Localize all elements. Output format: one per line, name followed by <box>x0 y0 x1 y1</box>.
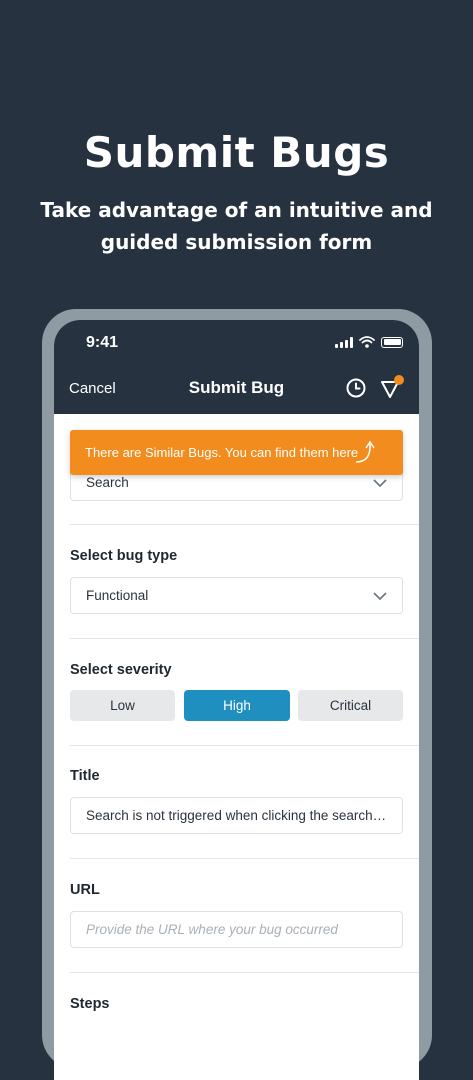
url-label: URL <box>70 882 100 898</box>
divider <box>70 858 419 859</box>
bug-type-value: Functional <box>86 588 149 603</box>
history-icon[interactable] <box>345 377 367 399</box>
hero-subtitle-line2: guided submission form <box>100 230 373 254</box>
hero-subtitle: Take advantage of an intuitive and guide… <box>40 194 433 258</box>
signal-icon <box>335 336 353 348</box>
chevron-down-icon <box>373 479 387 488</box>
severity-low-button[interactable]: Low <box>70 690 175 721</box>
title-input[interactable]: Search is not triggered when clicking th… <box>70 797 403 834</box>
divider <box>70 524 419 525</box>
severity-high-button[interactable]: High <box>184 690 290 721</box>
hero-subtitle-line1: Take advantage of an intuitive and <box>40 198 433 222</box>
divider <box>70 745 419 746</box>
status-time: 9:41 <box>86 334 119 351</box>
phone-screen: 9:41 Cancel Submit Bug There are Similar… <box>54 320 419 1080</box>
severity-label: Select severity <box>70 662 172 678</box>
chevron-down-icon <box>373 592 387 601</box>
bug-type-label: Select bug type <box>70 548 178 564</box>
title-label: Title <box>70 768 100 784</box>
title-input-value: Search is not triggered when clicking th… <box>86 808 388 823</box>
wifi-icon <box>359 336 375 348</box>
url-input-placeholder: Provide the URL where your bug occurred <box>86 922 338 937</box>
top-bar: 9:41 Cancel Submit Bug <box>54 320 419 414</box>
url-input[interactable]: Provide the URL where your bug occurred <box>70 911 403 948</box>
divider <box>70 638 419 639</box>
similar-bugs-toast[interactable]: There are Similar Bugs. You can find the… <box>70 430 403 475</box>
curved-arrow-icon <box>355 440 375 463</box>
battery-icon <box>381 336 403 348</box>
severity-critical-button[interactable]: Critical <box>298 690 403 721</box>
divider <box>70 972 419 973</box>
search-field-value: Search <box>86 475 129 490</box>
bug-type-select[interactable]: Functional <box>70 577 403 614</box>
steps-label: Steps <box>70 996 110 1012</box>
toast-message: There are Similar Bugs. You can find the… <box>85 445 359 460</box>
status-icons <box>335 336 403 348</box>
filter-icon[interactable] <box>379 375 405 401</box>
hero-title: Submit Bugs <box>83 128 390 177</box>
